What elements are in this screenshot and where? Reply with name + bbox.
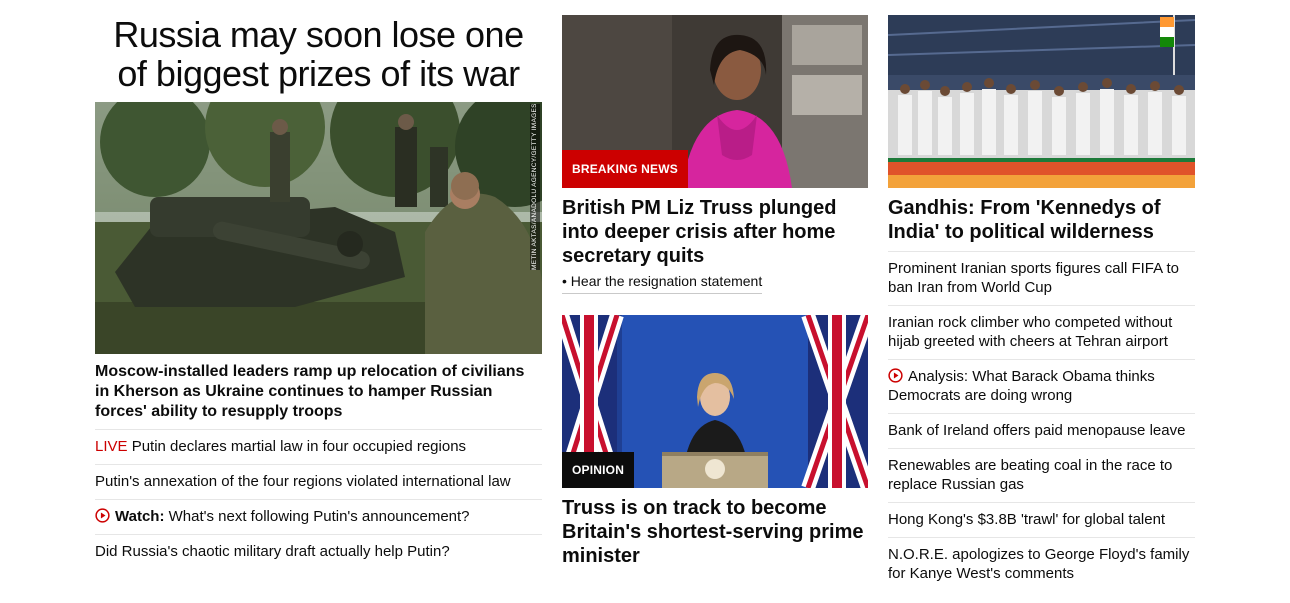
- story-image-truss-crisis[interactable]: BREAKING NEWS: [562, 15, 868, 188]
- list-item[interactable]: Iranian rock climber who competed withou…: [888, 305, 1195, 359]
- story-headline-truss-opinion[interactable]: Truss is on track to become Britain's sh…: [562, 496, 868, 568]
- story-headline-truss-crisis[interactable]: British PM Liz Truss plunged into deeper…: [562, 196, 868, 268]
- story-headline-gandhis[interactable]: Gandhis: From 'Kennedys of India' to pol…: [888, 196, 1195, 244]
- watch-label: Watch:: [115, 508, 165, 525]
- banner-headline[interactable]: Russia may soon lose one of biggest priz…: [95, 15, 542, 93]
- story-image-gandhis[interactable]: [888, 15, 1195, 188]
- list-item[interactable]: Renewables are beating coal in the race …: [888, 448, 1195, 502]
- image-credit: METIN AKTAS/ANADOLU AGENCY/GETTY IMAGES: [530, 104, 540, 270]
- lead-related-links: LIVE Putin declares martial law in four …: [95, 429, 542, 569]
- link-text: Bank of Ireland offers paid menopause le…: [888, 422, 1186, 439]
- link-text: What's next following Putin's announceme…: [164, 508, 470, 525]
- list-item[interactable]: Putin's annexation of the four regions v…: [95, 464, 542, 499]
- list-item[interactable]: Bank of Ireland offers paid menopause le…: [888, 413, 1195, 448]
- story-image-truss-opinion[interactable]: OPINION: [562, 315, 868, 488]
- play-icon: [95, 508, 110, 523]
- middle-column: BREAKING NEWS British PM Liz Truss plung…: [562, 0, 868, 568]
- tank-soldiers-photo: [95, 102, 542, 354]
- list-item[interactable]: Did Russia's chaotic military draft actu…: [95, 534, 542, 569]
- list-item[interactable]: Watch: What's next following Putin's ann…: [95, 499, 542, 534]
- more-top-stories-list: Prominent Iranian sports figures call FI…: [888, 251, 1195, 591]
- opinion-badge: OPINION: [562, 452, 635, 488]
- list-item[interactable]: N.O.R.E. apologizes to George Floyd's fa…: [888, 537, 1195, 591]
- link-text: Renewables are beating coal in the race …: [888, 457, 1173, 493]
- resignation-statement-link[interactable]: • Hear the resignation statement: [562, 273, 763, 294]
- lead-story-column: Russia may soon lose one of biggest priz…: [95, 0, 542, 569]
- link-text: Iranian rock climber who competed withou…: [888, 314, 1173, 350]
- list-item[interactable]: Analysis: What Barack Obama thinks Democ…: [888, 359, 1195, 413]
- lead-headline[interactable]: Moscow-installed leaders ramp up relocat…: [95, 362, 542, 422]
- link-text: Analysis: What Barack Obama thinks Democ…: [888, 368, 1155, 404]
- link-text: Prominent Iranian sports figures call FI…: [888, 260, 1179, 296]
- link-text: Did Russia's chaotic military draft actu…: [95, 543, 450, 560]
- play-icon: [888, 368, 903, 383]
- lead-story-image[interactable]: METIN AKTAS/ANADOLU AGENCY/GETTY IMAGES: [95, 102, 542, 354]
- right-column: Gandhis: From 'Kennedys of India' to pol…: [888, 0, 1195, 591]
- list-item[interactable]: LIVE Putin declares martial law in four …: [95, 429, 542, 464]
- list-item[interactable]: Prominent Iranian sports figures call FI…: [888, 251, 1195, 305]
- link-text: Putin declares martial law in four occup…: [127, 438, 467, 455]
- link-text: Putin's annexation of the four regions v…: [95, 473, 511, 490]
- live-badge: LIVE: [95, 438, 128, 455]
- rally-stage-photo: [888, 15, 1195, 188]
- link-text: Hong Kong's $3.8B 'trawl' for global tal…: [888, 511, 1166, 528]
- union-flag-right: [801, 315, 868, 488]
- link-text: N.O.R.E. apologizes to George Floyd's fa…: [888, 546, 1190, 582]
- breaking-news-badge: BREAKING NEWS: [562, 150, 688, 188]
- list-item[interactable]: Hong Kong's $3.8B 'trawl' for global tal…: [888, 502, 1195, 537]
